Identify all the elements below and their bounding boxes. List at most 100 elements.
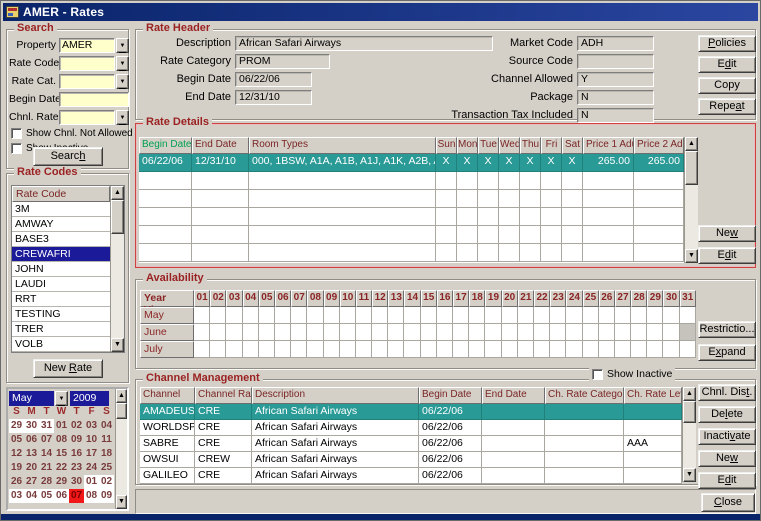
calendar-date[interactable]: 01 bbox=[54, 419, 69, 433]
calendar-date[interactable]: 20 bbox=[24, 461, 39, 475]
availability-cell[interactable] bbox=[599, 307, 615, 324]
availability-cell[interactable] bbox=[259, 324, 275, 341]
column-header[interactable]: Price 2 Adul bbox=[634, 137, 684, 154]
show-inactive-checkbox[interactable] bbox=[11, 143, 22, 154]
calendar-date[interactable]: 12 bbox=[9, 447, 24, 461]
availability-cell[interactable] bbox=[518, 341, 534, 358]
title-bar[interactable]: AMER - Rates bbox=[3, 3, 758, 21]
lov-dropdown-icon[interactable] bbox=[116, 56, 129, 71]
availability-cell[interactable] bbox=[324, 307, 340, 324]
availability-cell[interactable] bbox=[243, 307, 259, 324]
repeat-button[interactable]: Repeat bbox=[698, 98, 756, 115]
availability-cell[interactable] bbox=[356, 341, 372, 358]
calendar-date[interactable]: 13 bbox=[24, 447, 39, 461]
column-header[interactable]: Channel bbox=[140, 387, 195, 404]
policies-button[interactable]: Policies bbox=[698, 35, 756, 52]
column-header[interactable]: Begin Date bbox=[139, 137, 192, 154]
availability-cell[interactable] bbox=[210, 324, 226, 341]
availability-cell[interactable] bbox=[469, 307, 485, 324]
rate-code-item[interactable]: RRT bbox=[12, 292, 110, 307]
availability-cell[interactable] bbox=[631, 307, 647, 324]
availability-cell[interactable] bbox=[404, 341, 420, 358]
availability-cell[interactable] bbox=[615, 324, 631, 341]
calendar-date[interactable]: 29 bbox=[54, 475, 69, 489]
table-row[interactable] bbox=[139, 172, 684, 190]
availability-cell[interactable] bbox=[291, 307, 307, 324]
calendar-date[interactable]: 08 bbox=[54, 433, 69, 447]
edit-channel-button[interactable]: Edit bbox=[698, 472, 756, 489]
calendar-date[interactable]: 25 bbox=[99, 461, 114, 475]
availability-cell[interactable] bbox=[566, 307, 582, 324]
availability-cell[interactable] bbox=[502, 324, 518, 341]
scroll-up-icon[interactable]: ▲ bbox=[683, 387, 696, 401]
column-header[interactable]: Wed bbox=[499, 137, 520, 154]
availability-cell[interactable] bbox=[518, 307, 534, 324]
availability-cell[interactable] bbox=[372, 341, 388, 358]
new-channel-button[interactable]: New bbox=[698, 450, 756, 467]
search-input-rate-cat-[interactable] bbox=[59, 74, 115, 89]
availability-cell[interactable] bbox=[259, 307, 275, 324]
column-header[interactable]: Ch. Rate Level bbox=[624, 387, 682, 404]
column-header[interactable]: Sat bbox=[562, 137, 583, 154]
calendar-date[interactable]: 11 bbox=[99, 433, 114, 447]
column-header[interactable]: Price 1 Adul bbox=[583, 137, 634, 154]
calendar-date[interactable]: 30 bbox=[69, 475, 84, 489]
availability-cell[interactable] bbox=[680, 341, 696, 358]
calendar-date[interactable]: 31 bbox=[39, 419, 54, 433]
rate-codes-scrollbar[interactable]: ▲ ▼ bbox=[110, 186, 124, 352]
calendar-date[interactable]: 09 bbox=[69, 433, 84, 447]
column-header[interactable]: Mon bbox=[457, 137, 478, 154]
column-header[interactable]: Room Types bbox=[249, 137, 436, 154]
chnl-dist-button[interactable]: Chnl. Dist. bbox=[698, 384, 756, 401]
availability-cell[interactable] bbox=[453, 307, 469, 324]
scroll-down-icon[interactable]: ▼ bbox=[683, 468, 696, 482]
availability-cell[interactable] bbox=[437, 307, 453, 324]
calendar-date[interactable]: 26 bbox=[9, 475, 24, 489]
availability-cell[interactable] bbox=[356, 307, 372, 324]
scrollbar-thumb[interactable] bbox=[111, 200, 124, 234]
availability-cell[interactable] bbox=[275, 341, 291, 358]
new-rate-detail-button[interactable]: New bbox=[698, 225, 756, 242]
calendar-scrollbar[interactable]: ▲ ▼ bbox=[115, 389, 127, 509]
calendar-date[interactable]: 05 bbox=[9, 433, 24, 447]
edit-rate-header-button[interactable]: Edit bbox=[698, 56, 756, 73]
calendar-date[interactable]: 04 bbox=[99, 419, 114, 433]
availability-cell[interactable] bbox=[583, 341, 599, 358]
calendar-date[interactable]: 03 bbox=[84, 419, 99, 433]
table-row[interactable]: 06/22/0612/31/10000, 1BSW, A1A, A1B, A1J… bbox=[139, 154, 684, 172]
column-header[interactable]: Description bbox=[252, 387, 419, 404]
calendar-date[interactable]: 07 bbox=[39, 433, 54, 447]
rate-code-item[interactable]: 3M bbox=[12, 202, 110, 217]
availability-cell[interactable] bbox=[243, 341, 259, 358]
availability-cell[interactable] bbox=[275, 307, 291, 324]
table-row[interactable]: WORLDSPACREAfrican Safari Airways06/22/0… bbox=[140, 420, 682, 436]
table-row[interactable]: GALILEOCREAfrican Safari Airways06/22/06 bbox=[140, 468, 682, 484]
calendar-date[interactable]: 30 bbox=[24, 419, 39, 433]
availability-cell[interactable] bbox=[421, 307, 437, 324]
copy-button[interactable]: Copy bbox=[698, 77, 756, 94]
lov-dropdown-icon[interactable] bbox=[116, 110, 129, 125]
column-header[interactable]: Sun bbox=[436, 137, 457, 154]
calendar-date[interactable]: 29 bbox=[9, 419, 24, 433]
column-header[interactable]: End Date bbox=[482, 387, 545, 404]
calendar-date[interactable]: 06 bbox=[24, 433, 39, 447]
availability-cell[interactable] bbox=[404, 307, 420, 324]
availability-cell[interactable] bbox=[550, 341, 566, 358]
calendar-month-select[interactable]: May bbox=[9, 391, 54, 406]
availability-cell[interactable] bbox=[340, 324, 356, 341]
rate-code-item[interactable]: AMWAY bbox=[12, 217, 110, 232]
availability-cell[interactable] bbox=[583, 324, 599, 341]
availability-cell[interactable] bbox=[550, 307, 566, 324]
calendar-year-field[interactable]: 2009 bbox=[70, 391, 109, 406]
lov-dropdown-icon[interactable] bbox=[116, 38, 129, 53]
inactivate-button[interactable]: Inactivate bbox=[698, 428, 756, 445]
availability-cell[interactable] bbox=[307, 324, 323, 341]
calendar-date[interactable]: 05 bbox=[39, 489, 54, 503]
availability-cell[interactable] bbox=[469, 341, 485, 358]
availability-cell[interactable] bbox=[307, 341, 323, 358]
search-input-begin-date[interactable] bbox=[59, 92, 129, 107]
availability-cell[interactable] bbox=[388, 341, 404, 358]
availability-cell[interactable] bbox=[437, 341, 453, 358]
rate-code-item[interactable]: CREWAFRI bbox=[12, 247, 110, 262]
availability-cell[interactable] bbox=[663, 341, 679, 358]
